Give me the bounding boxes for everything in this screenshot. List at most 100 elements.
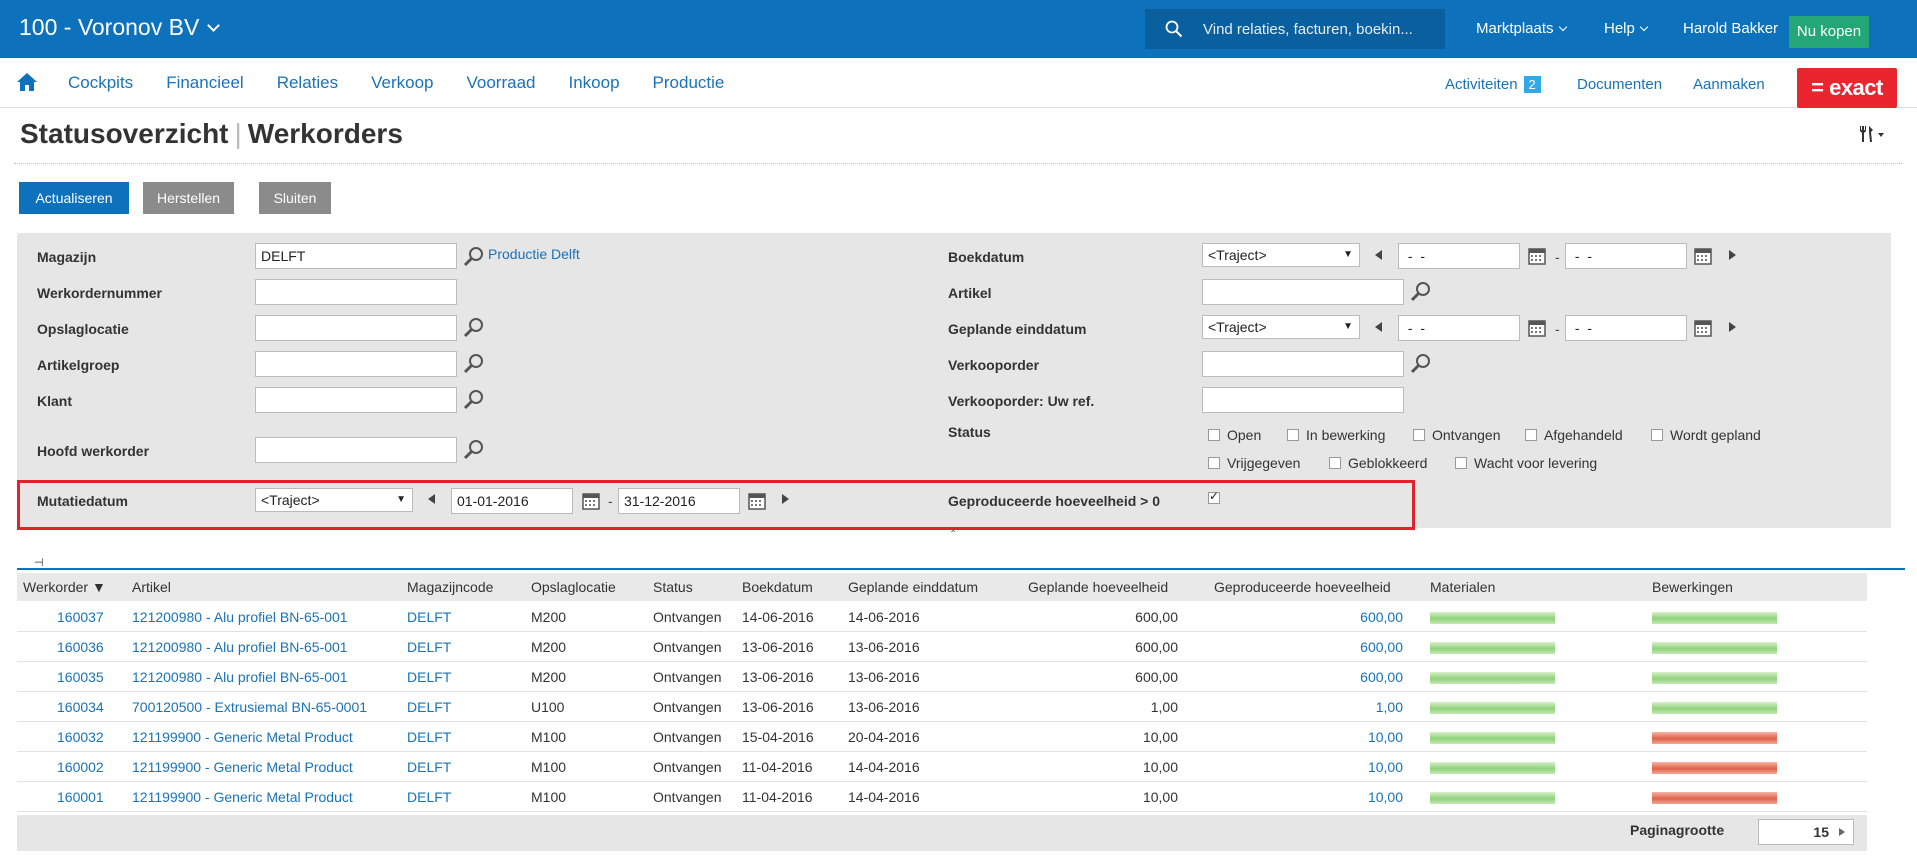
- boekdatum-mode-select[interactable]: <Traject>: [1202, 243, 1360, 267]
- werkorder-link[interactable]: 160002: [57, 759, 104, 775]
- materialen-progress-bar[interactable]: [1430, 642, 1555, 654]
- geproduceerd-checkbox[interactable]: [1208, 489, 1220, 504]
- table-row[interactable]: 160036 121200980 - Alu profiel BN-65-001 D…: [17, 632, 1867, 662]
- aanmaken-link[interactable]: Aanmaken: [1693, 76, 1765, 93]
- status-wacht-voor-levering-checkbox[interactable]: Wacht voor levering: [1455, 455, 1597, 471]
- actualiseren-button[interactable]: Actualiseren: [19, 182, 129, 214]
- geproduceerde-hoeveelheid-link[interactable]: 1,00: [1376, 699, 1403, 715]
- help-menu[interactable]: Help: [1604, 20, 1649, 37]
- geproduceerde-hoeveelheid-link[interactable]: 600,00: [1360, 639, 1403, 655]
- checkbox-box[interactable]: [1287, 429, 1299, 441]
- verkooporder-field[interactable]: [1202, 351, 1404, 377]
- geproduceerde-hoeveelheid-link[interactable]: 600,00: [1360, 669, 1403, 685]
- col-geplande-einddatum[interactable]: Geplande einddatum: [848, 579, 978, 595]
- calendar-icon[interactable]: [1693, 318, 1713, 338]
- werkordernummer-field[interactable]: [255, 279, 457, 305]
- bewerkingen-progress-bar[interactable]: [1652, 702, 1777, 714]
- table-row[interactable]: 160032 121199900 - Generic Metal Product D…: [17, 722, 1867, 752]
- table-row[interactable]: 160037 121200980 - Alu profiel BN-65-001 D…: [17, 602, 1867, 632]
- marktplaats-menu[interactable]: Marktplaats: [1476, 20, 1567, 37]
- status-in-bewerking-checkbox[interactable]: In bewerking: [1287, 427, 1385, 443]
- col-geplande-hoeveelheid[interactable]: Geplande hoeveelheid: [1028, 579, 1168, 595]
- pagesize-stepper[interactable]: 15: [1758, 819, 1854, 845]
- status-afgehandeld-checkbox[interactable]: Afgehandeld: [1525, 427, 1623, 443]
- magazijn-link[interactable]: DELFT: [407, 789, 451, 805]
- calendar-icon[interactable]: [1693, 246, 1713, 266]
- werkorder-link[interactable]: 160035: [57, 669, 104, 685]
- checkbox-box[interactable]: [1413, 429, 1425, 441]
- werkorder-link[interactable]: 160037: [57, 609, 104, 625]
- mutatiedatum-mode-select[interactable]: <Traject>: [255, 488, 413, 512]
- artikel-link[interactable]: 121200980 - Alu profiel BN-65-001: [132, 639, 348, 655]
- status-ontvangen-checkbox[interactable]: Ontvangen: [1413, 427, 1501, 443]
- geplande-einddatum-prev-arrow[interactable]: [1375, 322, 1382, 332]
- mutatiedatum-next-arrow[interactable]: [782, 494, 789, 504]
- global-search[interactable]: [1145, 9, 1445, 49]
- col-werkorder[interactable]: Werkorder ▼: [23, 579, 106, 595]
- table-row[interactable]: 160034 700120500 - Extrusiemal BN-65-0001…: [17, 692, 1867, 722]
- col-status[interactable]: Status: [653, 579, 693, 595]
- magazijn-link[interactable]: DELFT: [407, 759, 451, 775]
- magazijn-search-icon[interactable]: [463, 246, 485, 268]
- checkbox-box[interactable]: [1329, 457, 1341, 469]
- magazijn-link[interactable]: DELFT: [407, 639, 451, 655]
- hoofdwerkorder-field[interactable]: [255, 437, 457, 463]
- artikelgroep-field[interactable]: [255, 351, 457, 377]
- home-icon[interactable]: [16, 72, 38, 95]
- herstellen-button[interactable]: Herstellen: [143, 182, 234, 214]
- materialen-progress-bar[interactable]: [1430, 792, 1555, 804]
- tools-icon[interactable]: [1857, 124, 1887, 149]
- geproduceerde-hoeveelheid-link[interactable]: 10,00: [1368, 759, 1403, 775]
- geplande-einddatum-next-arrow[interactable]: [1729, 322, 1736, 332]
- werkorder-link[interactable]: 160032: [57, 729, 104, 745]
- nav-voorraad[interactable]: Voorraad: [467, 73, 536, 93]
- geplande-einddatum-from-field[interactable]: [1398, 315, 1520, 341]
- magazijn-link[interactable]: DELFT: [407, 669, 451, 685]
- calendar-icon[interactable]: [1527, 318, 1547, 338]
- status-open-checkbox[interactable]: Open: [1208, 427, 1261, 443]
- materialen-progress-bar[interactable]: [1430, 672, 1555, 684]
- nav-financieel[interactable]: Financieel: [166, 73, 244, 93]
- magazijn-description-link[interactable]: Productie Delft: [488, 246, 580, 262]
- artikel-link[interactable]: 700120500 - Extrusiemal BN-65-0001: [132, 699, 367, 715]
- company-selector[interactable]: 100 - Voronov BV: [19, 14, 221, 41]
- col-materialen[interactable]: Materialen: [1430, 579, 1495, 595]
- werkorder-link[interactable]: 160034: [57, 699, 104, 715]
- materialen-progress-bar[interactable]: [1430, 702, 1555, 714]
- opslaglocatie-search-icon[interactable]: [463, 317, 485, 339]
- col-bewerkingen[interactable]: Bewerkingen: [1652, 579, 1733, 595]
- klant-field[interactable]: [255, 387, 457, 413]
- status-geblokkeerd-checkbox[interactable]: Geblokkeerd: [1329, 455, 1427, 471]
- opslaglocatie-field[interactable]: [255, 315, 457, 341]
- table-row[interactable]: 160035 121200980 - Alu profiel BN-65-001 D…: [17, 662, 1867, 692]
- checkbox-box[interactable]: [1208, 429, 1220, 441]
- boekdatum-next-arrow[interactable]: [1729, 250, 1736, 260]
- geproduceerde-hoeveelheid-link[interactable]: 600,00: [1360, 609, 1403, 625]
- bewerkingen-progress-bar[interactable]: [1652, 642, 1777, 654]
- materialen-progress-bar[interactable]: [1430, 732, 1555, 744]
- col-artikel[interactable]: Artikel: [132, 579, 171, 595]
- checkbox-box[interactable]: [1208, 457, 1220, 469]
- magazijn-link[interactable]: DELFT: [407, 729, 451, 745]
- artikel-link[interactable]: 121200980 - Alu profiel BN-65-001: [132, 609, 348, 625]
- calendar-icon[interactable]: [581, 491, 601, 511]
- nav-cockpits[interactable]: Cockpits: [68, 73, 133, 93]
- col-geproduceerde-hoeveelheid[interactable]: Geproduceerde hoeveelheid: [1214, 579, 1391, 595]
- boekdatum-prev-arrow[interactable]: [1375, 250, 1382, 260]
- table-row[interactable]: 160001 121199900 - Generic Metal Product D…: [17, 782, 1867, 812]
- magazijn-link[interactable]: DELFT: [407, 699, 451, 715]
- nav-productie[interactable]: Productie: [653, 73, 725, 93]
- col-opslaglocatie[interactable]: Opslaglocatie: [531, 579, 616, 595]
- artikel-link[interactable]: 121199900 - Generic Metal Product: [132, 759, 353, 775]
- mutatiedatum-to-field[interactable]: [618, 488, 740, 514]
- artikel-field[interactable]: [1202, 279, 1404, 305]
- materialen-progress-bar[interactable]: [1430, 612, 1555, 624]
- artikel-search-icon[interactable]: [1410, 281, 1432, 303]
- materialen-progress-bar[interactable]: [1430, 762, 1555, 774]
- magazijn-field[interactable]: [255, 243, 457, 269]
- werkorder-link[interactable]: 160001: [57, 789, 104, 805]
- user-menu[interactable]: Harold Bakker: [1683, 20, 1778, 37]
- magazijn-link[interactable]: DELFT: [407, 609, 451, 625]
- status-vrijgegeven-checkbox[interactable]: Vrijgegeven: [1208, 455, 1300, 471]
- klant-search-icon[interactable]: [463, 389, 485, 411]
